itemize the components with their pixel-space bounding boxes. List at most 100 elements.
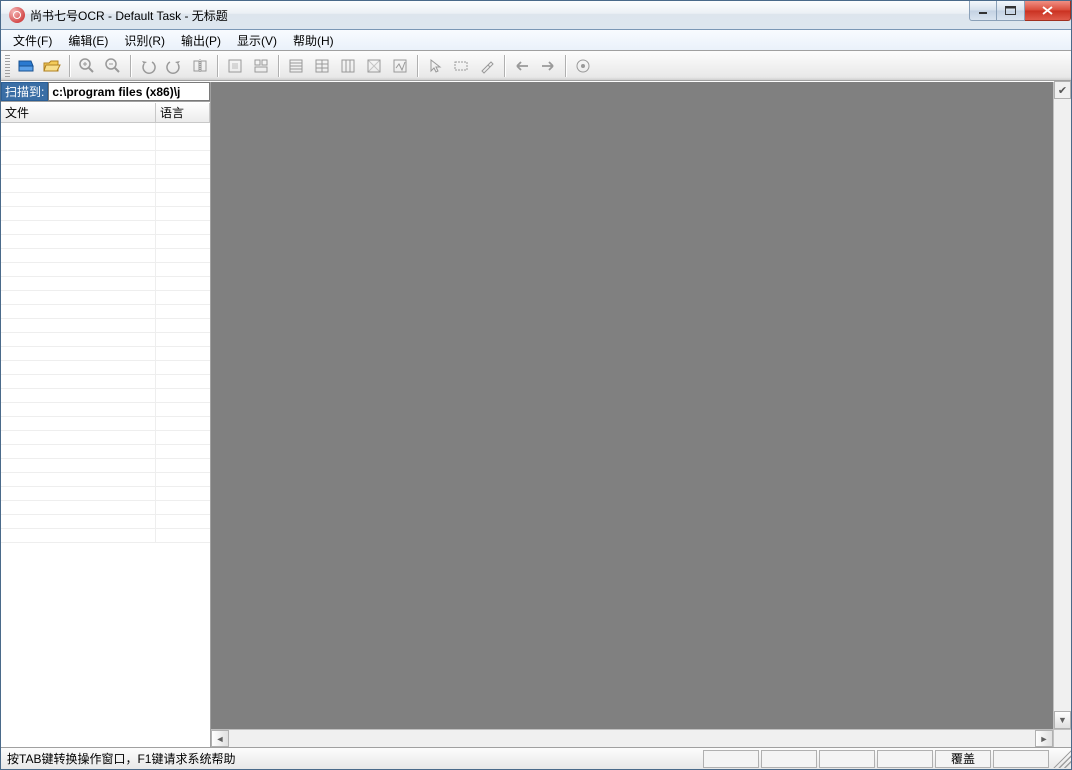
status-overwrite-pane: 覆盖 xyxy=(935,750,991,768)
menu-edit[interactable]: 编辑(E) xyxy=(60,30,116,51)
menu-help[interactable]: 帮助(H) xyxy=(285,30,342,51)
table-row[interactable] xyxy=(1,347,210,361)
table-row[interactable] xyxy=(1,501,210,515)
table-row[interactable] xyxy=(1,249,210,263)
app-icon xyxy=(9,7,25,23)
next-button[interactable] xyxy=(536,54,560,78)
pointer-button[interactable] xyxy=(423,54,447,78)
table-row[interactable] xyxy=(1,263,210,277)
scroll-right-button[interactable]: ► xyxy=(1035,730,1053,747)
status-bar: 按TAB键转换操作窗口，F1键请求系统帮助 覆盖 xyxy=(1,747,1071,769)
status-pane xyxy=(877,750,933,768)
vertical-scrollbar[interactable]: ✔ ▼ xyxy=(1053,82,1071,729)
table-row[interactable] xyxy=(1,515,210,529)
table-row[interactable] xyxy=(1,277,210,291)
menu-output[interactable]: 输出(P) xyxy=(173,30,229,51)
table-row[interactable] xyxy=(1,445,210,459)
menu-view[interactable]: 显示(V) xyxy=(229,30,285,51)
table-row[interactable] xyxy=(1,235,210,249)
table-row[interactable] xyxy=(1,319,210,333)
table-row[interactable] xyxy=(1,389,210,403)
scroll-left-button[interactable]: ◄ xyxy=(211,730,229,747)
toolbar-separator xyxy=(417,55,418,77)
table-row[interactable] xyxy=(1,305,210,319)
status-text: 按TAB键转换操作窗口，F1键请求系统帮助 xyxy=(1,750,703,767)
table-row[interactable] xyxy=(1,207,210,221)
scan-path-row: 扫描到: c:\program files (x86)\j xyxy=(1,82,210,102)
status-pane xyxy=(703,750,759,768)
flip-button[interactable] xyxy=(188,54,212,78)
layout1-button[interactable] xyxy=(284,54,308,78)
file-table-body[interactable] xyxy=(1,123,210,747)
scroll-corner xyxy=(1053,729,1071,747)
auto-region-button[interactable] xyxy=(249,54,273,78)
prev-button[interactable] xyxy=(510,54,534,78)
table-row[interactable] xyxy=(1,403,210,417)
zoom-out-button[interactable] xyxy=(101,54,125,78)
layout3-button[interactable] xyxy=(336,54,360,78)
zoom-in-button[interactable] xyxy=(75,54,99,78)
window-controls xyxy=(969,1,1071,21)
toolbar-separator xyxy=(504,55,505,77)
table-row[interactable] xyxy=(1,291,210,305)
eyedropper-button[interactable] xyxy=(475,54,499,78)
toolbar-separator xyxy=(278,55,279,77)
scan-path-input[interactable]: c:\program files (x86)\j xyxy=(48,82,210,101)
status-pane xyxy=(993,750,1049,768)
table-row[interactable] xyxy=(1,151,210,165)
scan-to-label: 扫描到: xyxy=(1,82,48,101)
layout2-button[interactable] xyxy=(310,54,334,78)
layout5-button[interactable] xyxy=(388,54,412,78)
table-row[interactable] xyxy=(1,165,210,179)
table-row[interactable] xyxy=(1,179,210,193)
window-title: 尚书七号OCR - Default Task - 无标题 xyxy=(30,7,228,24)
resize-grip-icon[interactable] xyxy=(1053,750,1071,768)
viewport-check-icon[interactable]: ✔ xyxy=(1054,81,1071,99)
rotate-left-button[interactable] xyxy=(136,54,160,78)
toolbar-separator xyxy=(217,55,218,77)
col-file-header[interactable]: 文件 xyxy=(1,103,156,123)
toolbar-separator xyxy=(130,55,131,77)
table-row[interactable] xyxy=(1,361,210,375)
table-row[interactable] xyxy=(1,487,210,501)
table-row[interactable] xyxy=(1,529,210,543)
rotate-right-button[interactable] xyxy=(162,54,186,78)
menu-file[interactable]: 文件(F) xyxy=(5,30,60,51)
table-row[interactable] xyxy=(1,137,210,151)
file-table: 文件 语言 xyxy=(1,102,210,747)
table-row[interactable] xyxy=(1,375,210,389)
table-row[interactable] xyxy=(1,459,210,473)
layout4-button[interactable] xyxy=(362,54,386,78)
recognize-button[interactable] xyxy=(571,54,595,78)
status-pane xyxy=(761,750,817,768)
file-sidebar: 扫描到: c:\program files (x86)\j 文件 语言 xyxy=(1,82,211,747)
status-pane xyxy=(819,750,875,768)
marquee-button[interactable] xyxy=(449,54,473,78)
table-row[interactable] xyxy=(1,333,210,347)
content-area: 扫描到: c:\program files (x86)\j 文件 语言 xyxy=(1,81,1071,747)
scan-button[interactable] xyxy=(14,54,38,78)
table-row[interactable] xyxy=(1,417,210,431)
toolbar-grip xyxy=(5,55,10,77)
image-viewport[interactable]: ✔ ▼ ◄ ► xyxy=(211,82,1071,747)
file-table-header: 文件 语言 xyxy=(1,103,210,123)
select-region-button[interactable] xyxy=(223,54,247,78)
maximize-button[interactable] xyxy=(997,1,1025,21)
toolbar-separator xyxy=(565,55,566,77)
close-button[interactable] xyxy=(1025,1,1071,21)
menu-recognize[interactable]: 识别(R) xyxy=(116,30,173,51)
menu-bar: 文件(F) 编辑(E) 识别(R) 输出(P) 显示(V) 帮助(H) xyxy=(1,30,1071,51)
open-button[interactable] xyxy=(40,54,64,78)
table-row[interactable] xyxy=(1,431,210,445)
table-row[interactable] xyxy=(1,123,210,137)
table-row[interactable] xyxy=(1,193,210,207)
status-panes: 覆盖 xyxy=(703,748,1071,769)
horizontal-scrollbar[interactable]: ◄ ► xyxy=(211,729,1053,747)
scroll-down-button[interactable]: ▼ xyxy=(1054,711,1071,729)
table-row[interactable] xyxy=(1,473,210,487)
col-lang-header[interactable]: 语言 xyxy=(156,103,210,123)
table-row[interactable] xyxy=(1,221,210,235)
minimize-button[interactable] xyxy=(969,1,997,21)
toolbar xyxy=(1,51,1071,81)
toolbar-separator xyxy=(69,55,70,77)
